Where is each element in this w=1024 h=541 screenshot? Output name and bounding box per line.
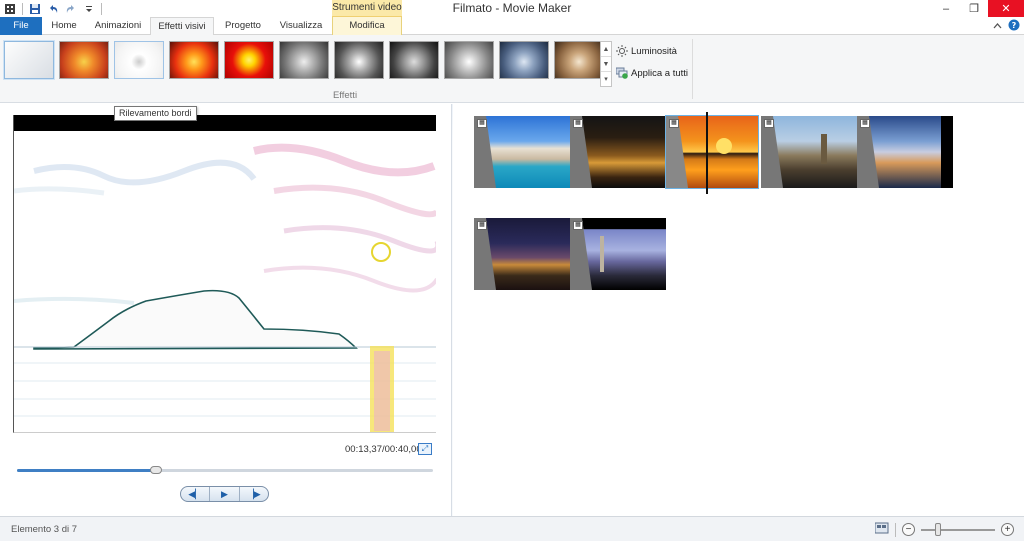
effect-thumb-bw-2[interactable] <box>389 41 439 79</box>
clip-2[interactable]: ▦ <box>570 116 666 188</box>
effect-thumb-bw-3[interactable] <box>444 41 494 79</box>
effect-thumb-grayscale[interactable] <box>279 41 329 79</box>
effect-thumb-saturated[interactable] <box>169 41 219 79</box>
effects-group-label: Effetti <box>332 90 358 101</box>
status-controls: − + <box>874 522 1014 537</box>
clip-1[interactable]: ▦ <box>474 116 570 188</box>
timecode: 00:13,37/00:40,00 <box>345 444 422 455</box>
storyboard: ▦ ▦ ▦ ▦ ▦ ▦ ▦ <box>453 104 1024 516</box>
clip-5[interactable]: ▦ <box>857 116 953 188</box>
video-preview[interactable] <box>13 115 436 433</box>
playback-controls: ◀▏ ▶ ▕▶ <box>180 486 269 502</box>
quick-access-toolbar <box>2 1 104 16</box>
tab-home[interactable]: Home <box>42 17 86 35</box>
clip-3-selected[interactable]: ▦ <box>665 115 759 189</box>
effect-tooltip: Rilevamento bordi <box>114 106 197 121</box>
window-controls: – ❐ ✕ <box>932 0 1024 17</box>
zoom-slider-handle[interactable] <box>935 522 941 536</box>
app-menu-icon[interactable] <box>2 1 18 16</box>
seek-progress <box>17 469 156 472</box>
brightness-button[interactable]: Luminosità <box>616 45 677 57</box>
save-icon[interactable] <box>27 1 43 16</box>
title-bar: Strumenti video Filmato - Movie Maker – … <box>0 0 1024 17</box>
next-frame-icon[interactable]: ▕▶ <box>240 487 268 501</box>
gallery-expand-icon[interactable]: ▾ <box>601 72 611 86</box>
effect-thumb-warm[interactable] <box>59 41 109 79</box>
minimize-button[interactable]: – <box>932 0 960 17</box>
tab-visualizza[interactable]: Visualizza <box>272 17 330 35</box>
gallery-scroll-down-icon[interactable]: ▼ <box>601 57 611 72</box>
effect-thumb-edge-detection[interactable] <box>114 41 164 79</box>
tab-modifica[interactable]: Modifica <box>332 17 402 35</box>
effect-thumb-none[interactable] <box>4 41 54 79</box>
restore-button[interactable]: ❐ <box>960 0 988 17</box>
clip-transition-icon: ▦ <box>477 119 487 128</box>
undo-icon[interactable] <box>45 1 61 16</box>
status-divider <box>895 522 896 537</box>
ribbon-group-divider <box>692 39 693 99</box>
clip-7[interactable]: ▦ <box>570 218 666 290</box>
video-letterbox <box>14 115 436 131</box>
svg-text:?: ? <box>1012 21 1017 30</box>
effect-thumb-cyanotype[interactable] <box>499 41 549 79</box>
ribbon-tabs: File Home Animazioni Effetti visivi Prog… <box>0 17 1024 36</box>
tabrow-right: ? <box>993 19 1020 34</box>
redo-icon[interactable] <box>63 1 79 16</box>
gallery-scroll: ▲ ▼ ▾ <box>600 41 612 87</box>
clip-6[interactable]: ▦ <box>474 218 570 290</box>
help-icon[interactable]: ? <box>1008 19 1020 34</box>
preview-pane: 00:13,37/00:40,00 ⤢ ◀▏ ▶ ▕▶ <box>0 104 452 516</box>
seek-bar[interactable] <box>17 466 433 474</box>
main-area: 00:13,37/00:40,00 ⤢ ◀▏ ▶ ▕▶ ▦ ▦ ▦ ▦ ▦ ▦ … <box>0 104 1024 516</box>
ribbon: ▲ ▼ ▾ Luminosità Applica a tutti Effetti <box>0 35 1024 103</box>
apply-all-button[interactable]: Applica a tutti <box>616 67 688 79</box>
window-title: Filmato - Movie Maker <box>452 1 572 15</box>
fullscreen-icon[interactable]: ⤢ <box>418 443 432 455</box>
clip-transition-icon: ▦ <box>573 221 583 230</box>
thumbnail-size-icon[interactable] <box>874 522 889 537</box>
tab-effetti-visivi[interactable]: Effetti visivi <box>150 17 214 36</box>
tab-progetto[interactable]: Progetto <box>216 17 270 35</box>
clip-transition-icon: ▦ <box>764 119 774 128</box>
effects-gallery <box>4 41 604 79</box>
playhead[interactable] <box>706 112 708 194</box>
context-group-header: Strumenti video <box>332 0 402 17</box>
qat-divider <box>22 2 23 15</box>
effect-thumb-sepia[interactable] <box>554 41 604 79</box>
effect-thumb-vivid[interactable] <box>224 41 274 79</box>
status-item-count: Elemento 3 di 7 <box>11 524 78 535</box>
effect-thumb-bw-1[interactable] <box>334 41 384 79</box>
status-bar: Elemento 3 di 7 − + <box>0 516 1024 541</box>
close-button[interactable]: ✕ <box>988 0 1024 17</box>
clip-4[interactable]: ▦ <box>761 116 857 188</box>
clip-transition-icon: ▦ <box>860 119 870 128</box>
edge-detected-frame <box>14 143 436 432</box>
apply-all-icon <box>616 67 628 79</box>
collapse-ribbon-icon[interactable] <box>993 21 1002 33</box>
customize-qat-icon[interactable] <box>81 1 97 16</box>
clip-transition-icon: ▦ <box>669 119 679 128</box>
apply-all-label: Applica a tutti <box>631 67 689 79</box>
zoom-slider[interactable] <box>921 522 995 536</box>
zoom-out-button[interactable]: − <box>902 523 915 536</box>
clip-transition-icon: ▦ <box>477 221 487 230</box>
clip-transition-icon: ▦ <box>573 119 583 128</box>
zoom-in-button[interactable]: + <box>1001 523 1014 536</box>
brightness-label: Luminosità <box>631 45 677 57</box>
gallery-scroll-up-icon[interactable]: ▲ <box>601 42 611 57</box>
tab-animazioni[interactable]: Animazioni <box>88 17 148 35</box>
previous-frame-icon[interactable]: ◀▏ <box>181 487 211 501</box>
play-icon[interactable]: ▶ <box>210 487 240 501</box>
tab-file[interactable]: File <box>0 17 42 35</box>
seek-handle[interactable] <box>149 466 162 474</box>
qat-divider-2 <box>101 2 102 15</box>
brightness-icon <box>616 45 628 57</box>
